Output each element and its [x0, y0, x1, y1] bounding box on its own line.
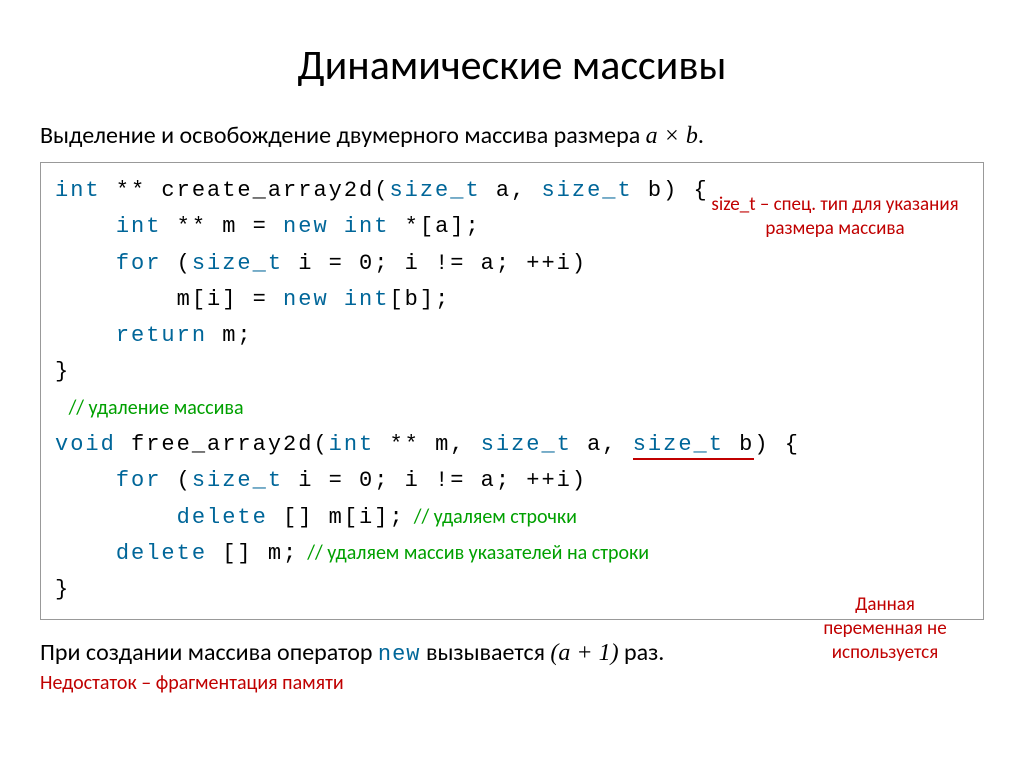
kw: int	[329, 432, 375, 457]
t: }	[55, 577, 70, 602]
t	[55, 468, 116, 493]
code-line-3: for (size_t i = 0; i != a; ++i)	[55, 246, 969, 282]
t: free_array2d(	[116, 432, 329, 457]
callout-line: переменная не	[823, 617, 946, 640]
kw: size_t	[192, 468, 283, 493]
t: [b];	[389, 287, 450, 312]
code-line-8: void free_array2d(int ** m, size_t a, si…	[55, 427, 969, 463]
callout-line: используется	[832, 641, 938, 664]
kw: size_t	[389, 178, 480, 203]
t: *[a];	[389, 214, 480, 239]
footer-mid: вызывается	[421, 638, 551, 667]
code-line-9: for (size_t i = 0; i != a; ++i)	[55, 463, 969, 499]
t	[329, 287, 344, 312]
code-line-7: // удаление массива	[55, 391, 969, 427]
t: [] m;	[207, 541, 298, 566]
kw: int	[344, 214, 390, 239]
code-block: size_t – спец. тип для указания размера …	[40, 162, 984, 620]
t: i = 0; i != a; ++i)	[283, 468, 587, 493]
subtitle-end: .	[698, 121, 704, 150]
t: (	[161, 251, 191, 276]
t: m[i] =	[177, 287, 283, 312]
kw-unused-param-type: size_t	[633, 432, 724, 460]
t	[55, 287, 177, 312]
t: ** m,	[374, 432, 480, 457]
footer-red-note: Недостаток – фрагментация памяти	[40, 671, 984, 695]
kw: size_t	[541, 178, 632, 203]
footer-pre: При создании массива оператор	[40, 638, 378, 667]
kw: new	[283, 214, 329, 239]
t: m;	[207, 323, 253, 348]
kw: for	[116, 468, 162, 493]
t: }	[55, 359, 70, 384]
t	[55, 505, 177, 530]
subtitle: Выделение и освобождение двумерного масс…	[40, 121, 984, 150]
t: a,	[481, 178, 542, 203]
code-line-10: delete [] m[i]; // удаляем строчки	[55, 500, 969, 536]
kw: int	[55, 178, 101, 203]
code-line-4: m[i] = new int[b];	[55, 282, 969, 318]
comment-delete-rows: // удаляем строчки	[405, 505, 577, 529]
t	[55, 214, 116, 239]
unused-param-name: b	[724, 432, 754, 460]
t: b) {	[633, 178, 709, 203]
subtitle-math: a × b	[646, 123, 698, 149]
code-line-11: delete [] m; // удаляем массив указателе…	[55, 536, 969, 572]
kw: return	[116, 323, 207, 348]
t	[55, 541, 116, 566]
slide-title: Динамические массивы	[40, 40, 984, 91]
kw: delete	[177, 505, 268, 530]
t	[55, 323, 116, 348]
footer-math: (a + 1)	[550, 640, 618, 666]
kw: for	[116, 251, 162, 276]
footer-post: раз.	[619, 638, 665, 667]
code-line-5: return m;	[55, 318, 969, 354]
comment-delete-array: // удаление массива	[55, 396, 244, 420]
t: i = 0; i != a; ++i)	[283, 251, 587, 276]
t: ** m =	[161, 214, 283, 239]
kw: size_t	[481, 432, 572, 457]
kw: delete	[116, 541, 207, 566]
t	[329, 214, 344, 239]
kw: size_t	[192, 251, 283, 276]
t: (	[161, 468, 191, 493]
callout-unused-var: Данная переменная не используется	[805, 593, 965, 664]
kw: new	[283, 287, 329, 312]
kw: int	[344, 287, 390, 312]
kw: void	[55, 432, 116, 457]
kw: int	[116, 214, 162, 239]
t: [] m[i];	[268, 505, 405, 530]
subtitle-text: Выделение и освобождение двумерного масс…	[40, 121, 646, 150]
callout-sizet: size_t – спец. тип для указания размера …	[705, 193, 965, 241]
t: ** create_array2d(	[101, 178, 390, 203]
t	[55, 251, 116, 276]
t: ) {	[754, 432, 800, 457]
code-line-6: }	[55, 354, 969, 390]
comment-delete-ptrs: // удаляем массив указателей на строки	[298, 541, 649, 565]
footer-kw-new: new	[378, 642, 421, 667]
t: a,	[572, 432, 633, 457]
callout-line: Данная	[855, 593, 915, 616]
